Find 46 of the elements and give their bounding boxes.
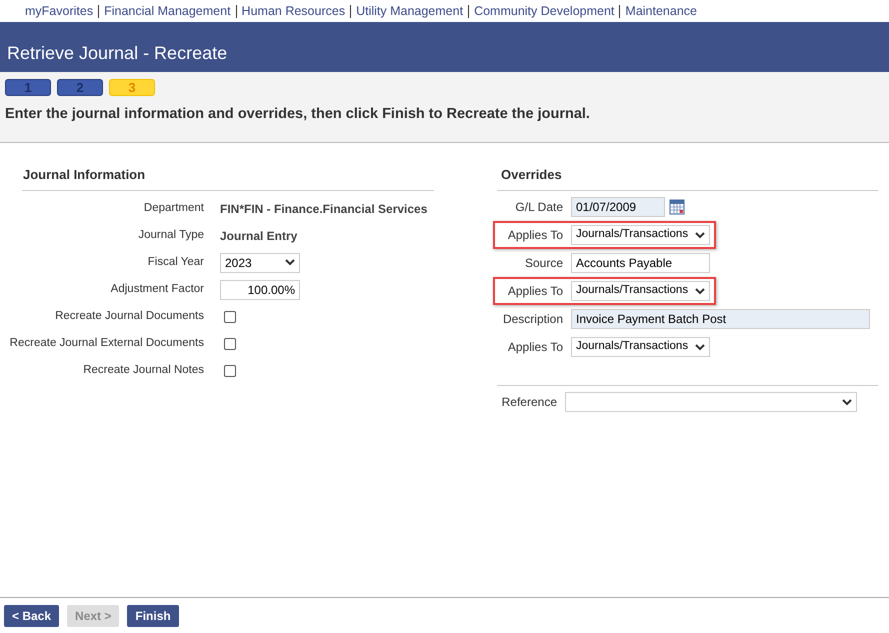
field-label: Adjustment Factor [110, 282, 205, 297]
field-value: Journal Entry [220, 228, 298, 244]
input-field[interactable]: 100.00% [220, 280, 300, 300]
field-label: Recreate Journal Documents [54, 308, 205, 324]
nav-link[interactable]: Community Development [474, 2, 614, 20]
section-heading: Overrides [500, 167, 562, 182]
nav-link[interactable]: Maintenance [625, 2, 697, 20]
field-label: Fiscal Year [146, 254, 205, 270]
nav-link[interactable]: Utility Management [356, 2, 464, 20]
field-label: Applies To [506, 227, 564, 244]
field-label: Recreate Journal Notes [82, 362, 205, 378]
field-label: Recreate Journal External Documents [8, 336, 205, 351]
input-field[interactable]: Invoice Payment Batch Post [571, 309, 870, 329]
field-label: Applies To [506, 339, 564, 356]
field-label: Reference [500, 394, 558, 411]
field-label: Description [502, 311, 564, 328]
calendar-icon[interactable] [669, 199, 685, 215]
checkbox[interactable] [224, 310, 236, 322]
field-label: Journal Type [137, 228, 205, 243]
select-field[interactable]: Journals/Transactions [571, 281, 710, 301]
wizard-button[interactable]: Finish [127, 604, 179, 626]
chevron-down-icon [695, 344, 705, 350]
chevron-down-icon [695, 232, 705, 238]
select-field[interactable]: 2023 [220, 252, 300, 272]
instruction-text: Enter the journal information and overrides, then click Finish to Recreate the journal. [5, 105, 591, 124]
page-title: Retrieve Journal - Recreate [7, 42, 228, 65]
checkbox[interactable] [224, 338, 236, 350]
field-label: Source [524, 255, 564, 272]
wizard-button[interactable]: < Back [4, 604, 60, 626]
input-field[interactable]: Accounts Payable [571, 253, 710, 273]
field-label: Department [142, 200, 205, 216]
chevron-down-icon [695, 288, 705, 294]
checkbox[interactable] [224, 364, 236, 376]
field-label: G/L Date [514, 199, 564, 216]
date-field[interactable]: 01/07/2009 [571, 197, 665, 217]
nav-link[interactable]: Financial Management [104, 2, 231, 20]
chevron-down-icon [842, 398, 852, 406]
nav-link[interactable]: Human Resources [242, 2, 346, 20]
field-value: FIN*FIN - Finance.Financial Services [220, 200, 428, 218]
field-label: Applies To [506, 283, 564, 300]
select-field[interactable] [565, 392, 857, 412]
select-field[interactable]: Journals/Transactions [571, 225, 710, 245]
nav-link[interactable]: myFavorites [25, 2, 94, 20]
chevron-down-icon [285, 259, 295, 266]
select-field[interactable]: Journals/Transactions [571, 337, 710, 357]
section-heading: Journal Information [22, 167, 146, 182]
